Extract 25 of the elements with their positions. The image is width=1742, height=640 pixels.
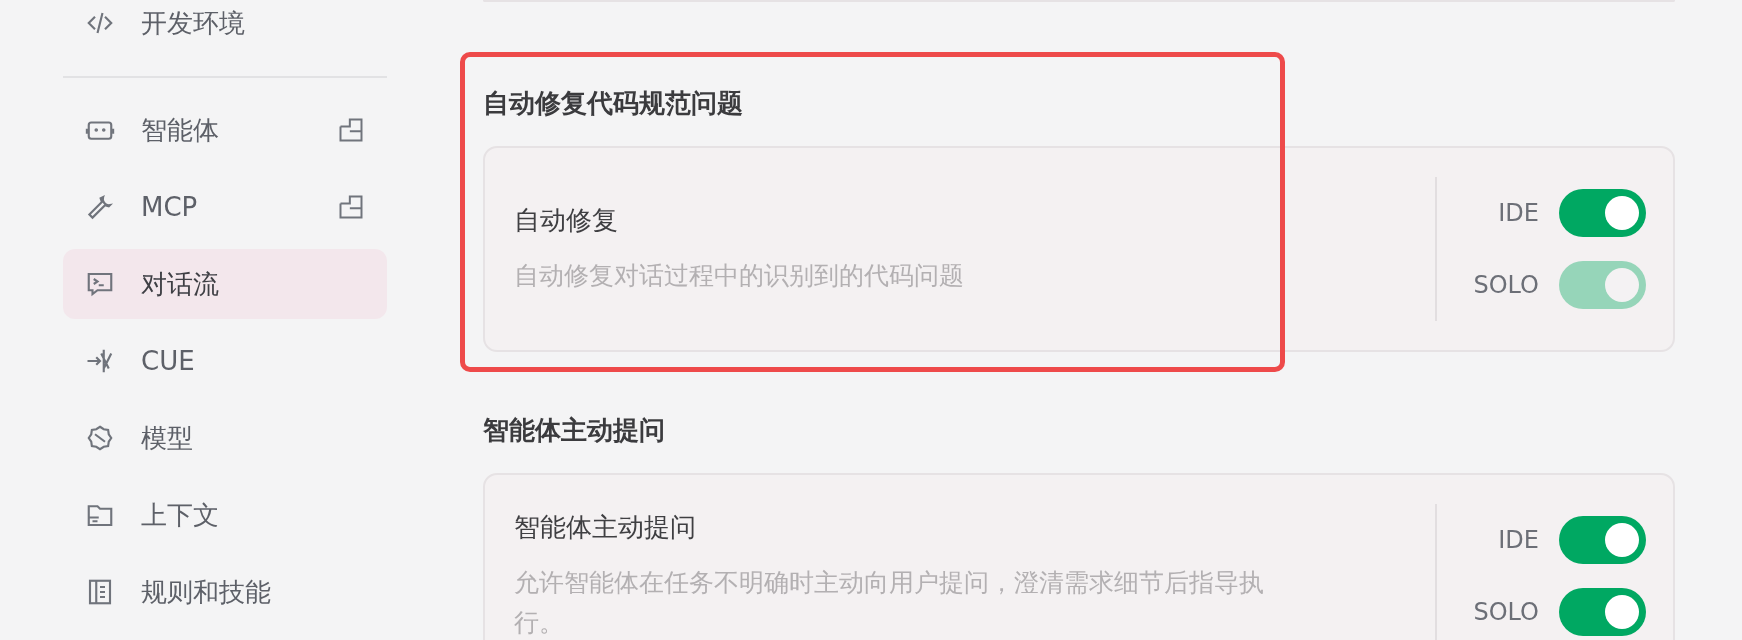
sidebar-item[interactable]: 上下文 [63, 480, 387, 550]
sidebar-item[interactable]: 模型 [63, 403, 387, 473]
sidebar-item[interactable]: 对话流 [63, 249, 387, 319]
sidebar-item[interactable]: 规则和技能 [63, 557, 387, 627]
toggle-label: IDE [1498, 199, 1539, 227]
gear-shape-icon [85, 423, 115, 453]
setting-description: 允许智能体在任务不明确时主动向用户提问，澄清需求细节后指导执行。 [514, 566, 1265, 639]
toggle-label: IDE [1498, 526, 1539, 554]
section-title: 自动修复代码规范问题 [483, 87, 744, 120]
sidebar-item[interactable]: 智能体 [63, 95, 387, 165]
toggle-switch[interactable] [1559, 588, 1646, 636]
toggle-switch[interactable] [1559, 189, 1646, 237]
setting-description: 自动修复对话过程中的识别到的代码问题 [514, 259, 965, 292]
sidebar-item[interactable]: 开发环境 [63, 0, 387, 46]
setting-title: 智能体主动提问 [514, 510, 697, 544]
sidebar-item[interactable]: CUE [63, 326, 387, 396]
toggle-label: SOLO [1473, 598, 1539, 626]
sidebar-item[interactable]: MCP [63, 172, 387, 242]
window-icon [337, 116, 365, 144]
toggle-label: SOLO [1473, 271, 1539, 299]
toggle-switch[interactable] [1559, 516, 1646, 564]
section-title: 智能体主动提问 [483, 414, 666, 447]
window-icon [337, 193, 365, 221]
setting-title: 自动修复 [514, 203, 619, 237]
wrench-icon [85, 192, 115, 222]
